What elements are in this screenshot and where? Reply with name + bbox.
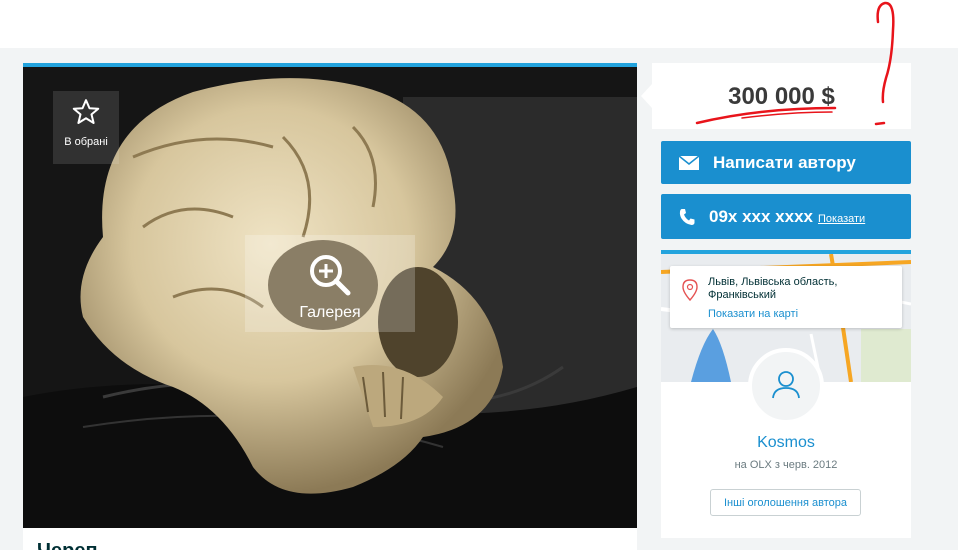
phone-button[interactable]: 09x xxx xxxx Показати (661, 194, 911, 239)
seller-location: Львів, Львівська область, Франківський (708, 276, 838, 301)
seller-card: Львів, Львівська область, Франківський П… (661, 250, 911, 538)
avatar[interactable] (748, 348, 824, 424)
message-author-label: Написати автору (713, 152, 856, 172)
favorite-label: В обрані (64, 136, 108, 148)
add-to-favorites-button[interactable]: В обрані (53, 91, 119, 164)
top-bar (0, 0, 958, 48)
price-box: 300 000 $ (641, 63, 911, 129)
user-icon (772, 371, 800, 399)
show-phone-link[interactable]: Показати (818, 213, 865, 225)
star-icon (72, 99, 100, 124)
phone-icon (679, 208, 695, 225)
other-ads-button[interactable]: Інші оголошення автора (710, 489, 861, 516)
phone-number: 09x xxx xxxx (709, 206, 813, 226)
price-notch (641, 84, 652, 108)
listing-title: Череп (37, 540, 98, 550)
open-gallery-button[interactable]: Галерея (245, 235, 415, 332)
show-on-map-link[interactable]: Показати на карті (708, 308, 798, 320)
member-since: на OLX з черв. 2012 (734, 459, 838, 471)
price: 300 000 $ (728, 83, 835, 110)
gallery-label: Галерея (299, 304, 361, 321)
address-popup: Львів, Львівська область, Франківський П… (670, 266, 902, 328)
zoom-icon (310, 255, 351, 296)
envelope-icon (679, 155, 699, 170)
message-author-button[interactable]: Написати автору (661, 141, 911, 184)
photo-gallery[interactable]: В обрані Галерея (23, 63, 637, 528)
seller-name[interactable]: Kosmos (661, 434, 911, 452)
location-pin-icon (682, 279, 698, 301)
listing-title-card: Череп (23, 528, 637, 550)
